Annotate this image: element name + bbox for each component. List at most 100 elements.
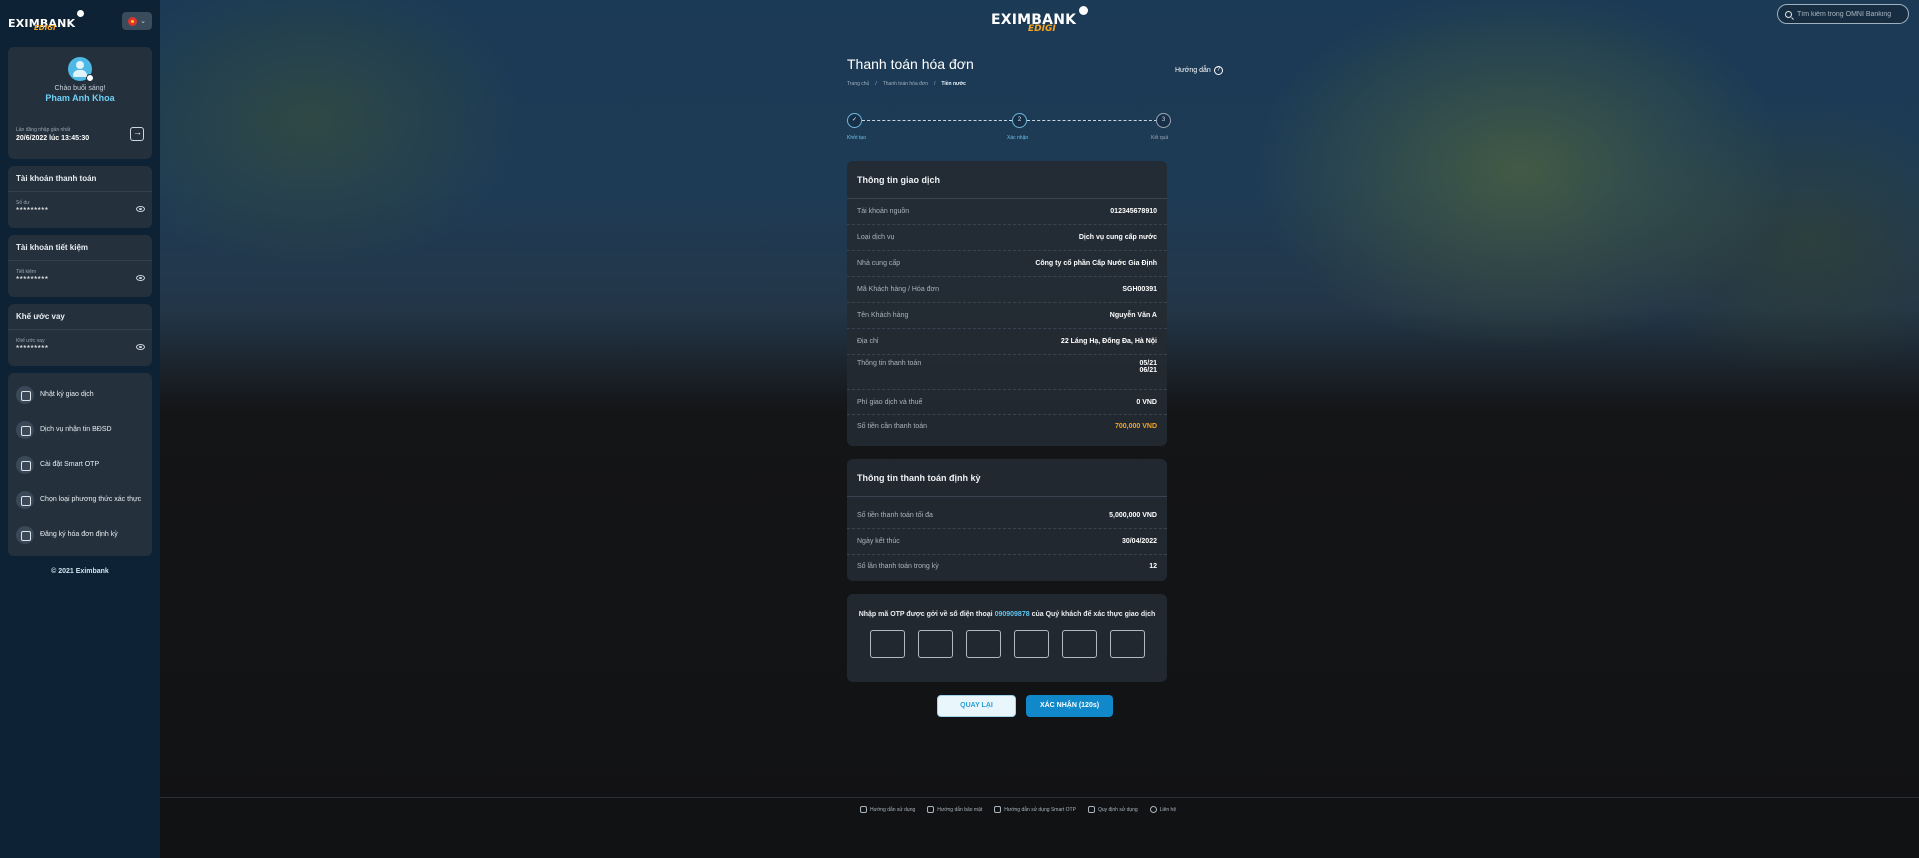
info-row: Số tiền cần thanh toán 700,000 VND [847,415,1167,437]
last-login-label: Lần đăng nhập gần nhất [16,127,71,133]
vietnam-flag-icon [128,16,138,26]
transaction-log-icon [16,385,34,404]
otp-digit-2[interactable] [917,630,953,658]
logo-sub: EDIGI [34,23,56,32]
menu-item-auth-method[interactable]: Chọn loại phương thức xác thực [8,482,152,517]
payment-period-2: 06/21 [1139,367,1157,374]
confirm-button[interactable]: XÁC NHẬN (120s) [1026,695,1113,717]
info-row: Ngày kết thúc 30/04/2022 [847,529,1167,555]
periodic-bill-icon [16,525,34,544]
search-box[interactable] [1777,4,1909,24]
footer-link-user-guide[interactable]: Hướng dẫn sử dụng [860,806,915,813]
menu-item-balance-notify[interactable]: Dịch vụ nhận tin BĐSD [8,412,152,447]
row-key: Tên Khách hàng [857,312,909,319]
amount-value: 700,000 VND [1114,422,1157,430]
info-row: Phí giao dịch và thuế 0 VND [847,390,1167,415]
divider [8,191,152,192]
row-value: 30/04/2022 [1121,538,1157,545]
center-logo[interactable]: EXIMBANK EDIGI [991,6,1089,34]
logo-globe-icon [1079,6,1089,15]
logout-icon[interactable] [130,127,144,141]
breadcrumb-bill-payment[interactable]: Thanh toán hóa đơn [883,81,928,87]
row-value: Công ty cổ phần Cấp Nước Gia Định [1035,260,1157,267]
auth-method-icon [16,490,34,509]
phone-icon [1149,806,1157,813]
otp-digit-1[interactable] [869,630,905,658]
account-value: ********* [16,275,49,284]
eximbank-logo[interactable]: EXIMBANK EDIGI [8,9,85,32]
chevron-down-icon: ⌄ [140,18,146,25]
otp-panel: Nhập mã OTP được gởi về số điện thoại 09… [847,594,1167,682]
avatar-status-icon [86,74,94,82]
otp-inputs [847,630,1167,658]
otp-digit-4[interactable] [1013,630,1049,658]
greeting: Chào buổi sáng! [54,85,106,92]
otp-digit-5[interactable] [1061,630,1097,658]
info-row: Số tiền thanh toán tối đa 5,000,000 VND [847,503,1167,529]
book-icon [860,806,867,813]
logo-globe-icon [77,9,85,17]
row-key: Nhà cung cấp [857,260,901,267]
mail-icon [1087,806,1095,813]
menu-item-transaction-log[interactable]: Nhật ký giao dịch [8,377,152,412]
footer-link-label: Hướng dẫn bảo mật [937,806,983,813]
help-label: Hướng dẫn [1175,67,1211,74]
footer-link-contact[interactable]: Liên hệ [1149,806,1176,813]
row-key: Địa chỉ [857,338,879,345]
step-label: Kết quả [1151,135,1169,141]
language-switcher[interactable]: ⌄ [122,12,152,30]
breadcrumb: Trang chủ / Thanh toán hóa đơn / Tiền nư… [847,81,966,87]
sidebar: EXIMBANK EDIGI ⌄ Chào buổi sáng! Pham An… [0,0,160,858]
menu-label: Dịch vụ nhận tin BĐSD [40,426,112,433]
divider [8,260,152,261]
menu-item-smart-otp[interactable]: Cài đặt Smart OTP [8,447,152,482]
account-value: ********* [16,206,49,215]
otp-phone: 090909878 [994,611,1030,618]
footer-link-label: Quy định sử dụng [1097,806,1138,813]
copyright: © 2021 Eximbank [51,568,109,575]
shield-icon [927,806,935,813]
otp-digit-3[interactable] [965,630,1001,658]
footer-link-label: Hướng dẫn sử dụng Smart OTP [1004,806,1076,813]
account-card-loan[interactable]: Khế ước vay Khế ước vay ********* [8,304,152,366]
avatar[interactable] [68,57,94,82]
question-icon: ? [1213,66,1223,75]
row-key: Tài khoản nguồn [857,208,910,215]
row-key: Phí giao dịch và thuế [857,398,923,406]
breadcrumb-current: Tiền nước [941,81,966,87]
sidebar-header: EXIMBANK EDIGI ⌄ [8,6,152,36]
profile-card: Chào buổi sáng! Pham Anh Khoa Lần đăng n… [8,47,152,159]
panel-title: Thông tin giao dịch [847,161,1167,199]
account-card-payment[interactable]: Tài khoản thanh toán Số dư ********* [8,166,152,228]
footer-link-smart-otp[interactable]: Hướng dẫn sử dụng Smart OTP [994,806,1076,813]
row-value: SGH00391 [1122,286,1157,293]
eye-icon[interactable] [136,275,145,281]
row-key: Thông tin thanh toán [857,360,922,367]
otp-digit-6[interactable] [1109,630,1145,658]
row-value: 05/21 06/21 [1139,360,1157,374]
footer-links: Hướng dẫn sử dụng Hướng dẫn bảo mật Hướn… [860,806,1176,813]
periodic-info-panel: Thông tin thanh toán định kỳ Số tiền tha… [847,459,1167,581]
last-login-value: 20/6/2022 lúc 13:45:30 [16,135,90,142]
footer-link-security[interactable]: Hướng dẫn bảo mật [927,806,982,813]
search-input[interactable] [1797,10,1902,18]
info-row: Tài khoản nguồn 012345678910 [847,199,1167,225]
payment-period-1: 05/21 [1139,360,1157,367]
help-link[interactable]: Hướng dẫn ? [1175,66,1223,75]
eye-icon[interactable] [136,344,145,350]
account-card-savings[interactable]: Tài khoản tiết kiệm Tiết kiệm ********* [8,235,152,297]
menu-label: Chọn loại phương thức xác thực [40,496,142,503]
menu-item-periodic-bill[interactable]: Đăng ký hóa đơn định kỳ [8,517,152,552]
row-key: Ngày kết thúc [857,538,900,545]
row-value: 012345678910 [1110,208,1157,215]
account-title: Tài khoản tiết kiệm [16,243,89,252]
footer-link-terms[interactable]: Quy định sử dụng [1087,806,1138,813]
step-3-circle: 3 [1156,113,1171,128]
info-row: Số lần thanh toán trong kỳ 12 [847,555,1167,577]
breadcrumb-home[interactable]: Trang chủ [847,81,869,87]
last-login: Lần đăng nhập gần nhất 20/6/2022 lúc 13:… [16,127,89,142]
menu-label: Nhật ký giao dịch [40,391,94,398]
step-label: Khởi tạo [847,135,866,141]
eye-icon[interactable] [136,206,145,212]
back-button[interactable]: QUAY LẠI [937,695,1016,717]
